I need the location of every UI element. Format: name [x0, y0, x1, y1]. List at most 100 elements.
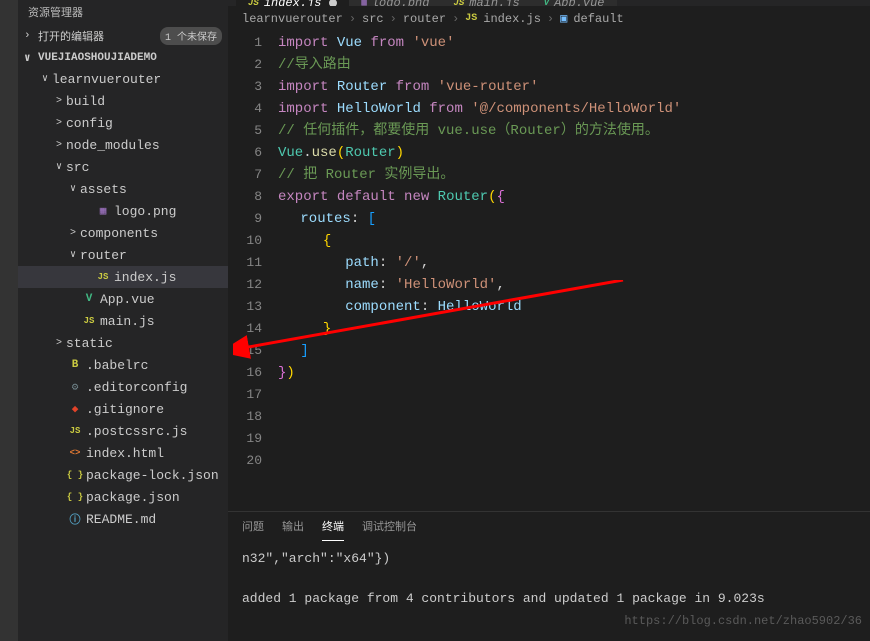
code-line[interactable]: import Vue from 'vue' [278, 32, 870, 54]
terminal-line: added 1 package from 4 contributors and … [242, 589, 856, 609]
editor-tab[interactable]: JS main.js [441, 0, 531, 7]
code-line[interactable]: { [278, 230, 870, 252]
symbol-icon: ▣ [560, 11, 567, 26]
item-label: index.js [114, 270, 176, 285]
tab-label: App.vue [554, 0, 604, 7]
code-content[interactable]: import Vue from 'vue'//导入路由import Router… [278, 30, 870, 511]
file-item[interactable]: ⓘREADME.md [18, 508, 228, 530]
terminal-tab[interactable]: 调试控制台 [362, 518, 417, 541]
item-label: config [66, 116, 113, 131]
terminal-tab[interactable]: 终端 [322, 518, 344, 541]
code-line[interactable]: path: '/', [278, 252, 870, 274]
editor-tab[interactable]: VApp.vue [532, 0, 617, 7]
breadcrumb[interactable]: learnvuerouter › src › router › JS index… [228, 7, 870, 30]
item-label: package-lock.json [86, 468, 219, 483]
file-icon: JS [248, 0, 259, 7]
folder-item[interactable]: ∨src [18, 156, 228, 178]
terminal-tab[interactable]: 输出 [282, 518, 304, 541]
editor-tab[interactable]: JS index.js [236, 0, 349, 7]
code-line[interactable]: routes: [ [278, 208, 870, 230]
code-line[interactable]: import HelloWorld from '@/components/Hel… [278, 98, 870, 120]
item-label: node_modules [66, 138, 160, 153]
js-icon: JS [80, 316, 98, 326]
line-number: 12 [228, 274, 262, 296]
file-item[interactable]: VApp.vue [18, 288, 228, 310]
file-item[interactable]: <>index.html [18, 442, 228, 464]
code-line[interactable]: name: 'HelloWorld', [278, 274, 870, 296]
breadcrumb-item[interactable]: src [362, 12, 384, 26]
terminal-content[interactable]: n32","arch":"x64"}) added 1 package from… [228, 541, 870, 617]
open-editors-section[interactable]: › 打开的编辑器 1 个未保存 [18, 24, 228, 48]
chevron-icon: > [52, 140, 66, 151]
code-line[interactable]: // 任何插件，都要使用 vue.use（Router）的方法使用。 [278, 120, 870, 142]
item-label: package.json [86, 490, 180, 505]
file-tree: ∨learnvuerouter>build>config>node_module… [18, 68, 228, 530]
md-icon: ⓘ [66, 511, 84, 527]
item-label: logo.png [114, 204, 176, 219]
code-line[interactable]: //导入路由 [278, 54, 870, 76]
project-section[interactable]: ∨ VUEJIAOSHOUJIADEMO [18, 48, 228, 68]
folder-item[interactable]: >components [18, 222, 228, 244]
line-number: 18 [228, 406, 262, 428]
folder-item[interactable]: ∨assets [18, 178, 228, 200]
breadcrumb-item[interactable]: default [573, 12, 623, 26]
item-label: build [66, 94, 105, 109]
file-item[interactable]: { }package-lock.json [18, 464, 228, 486]
file-icon: JS [453, 0, 464, 7]
terminal-tab[interactable]: 问题 [242, 518, 264, 541]
item-label: .gitignore [86, 402, 164, 417]
code-editor[interactable]: 1234567891011121314151617181920 import V… [228, 30, 870, 511]
png-icon: ▦ [94, 204, 112, 218]
vue-icon: V [80, 293, 98, 305]
tab-label: logo.png [372, 0, 430, 7]
folder-item[interactable]: >build [18, 90, 228, 112]
js-icon: JS [94, 272, 112, 282]
file-item[interactable]: ◆.gitignore [18, 398, 228, 420]
babel-icon: B [66, 359, 84, 371]
file-item[interactable]: { }package.json [18, 486, 228, 508]
code-line[interactable]: } [278, 318, 870, 340]
folder-item[interactable]: >static [18, 332, 228, 354]
folder-item[interactable]: ∨router [18, 244, 228, 266]
item-label: src [66, 160, 89, 175]
file-item[interactable]: ⚙.editorconfig [18, 376, 228, 398]
json-icon: { } [66, 492, 84, 502]
file-item[interactable]: ▦logo.png [18, 200, 228, 222]
line-number: 1 [228, 32, 262, 54]
file-item[interactable]: JS.postcssrc.js [18, 420, 228, 442]
breadcrumb-item[interactable]: index.js [483, 12, 541, 26]
code-line[interactable]: }) [278, 362, 870, 384]
terminal-tabs: 问题输出终端调试控制台 [228, 512, 870, 541]
item-label: components [80, 226, 158, 241]
line-number: 4 [228, 98, 262, 120]
code-line[interactable]: component: HelloWorld [278, 296, 870, 318]
json-icon: { } [66, 470, 84, 480]
file-item[interactable]: B.babelrc [18, 354, 228, 376]
line-number: 19 [228, 428, 262, 450]
js-icon: JS [465, 13, 477, 24]
js-icon: JS [66, 426, 84, 436]
chevron-icon: ∨ [66, 183, 80, 195]
folder-item[interactable]: >config [18, 112, 228, 134]
line-number: 11 [228, 252, 262, 274]
editor-tab[interactable]: ▦logo.png [349, 0, 441, 7]
sidebar: 资源管理器 › 打开的编辑器 1 个未保存 ∨ VUEJIAOSHOUJIADE… [18, 0, 228, 641]
code-line[interactable]: // 把 Router 实例导出。 [278, 164, 870, 186]
chevron-icon: ∨ [52, 161, 66, 173]
file-item[interactable]: JSindex.js [18, 266, 228, 288]
unsaved-badge: 1 个未保存 [160, 27, 222, 45]
code-line[interactable]: Vue.use(Router) [278, 142, 870, 164]
breadcrumb-item[interactable]: router [403, 12, 446, 26]
file-item[interactable]: JSmain.js [18, 310, 228, 332]
tab-label: index.js [264, 0, 322, 7]
chevron-down-icon: ∨ [24, 51, 38, 65]
item-label: index.html [86, 446, 164, 461]
code-line[interactable]: ] [278, 340, 870, 362]
item-label: App.vue [100, 292, 155, 307]
code-line[interactable]: import Router from 'vue-router' [278, 76, 870, 98]
tab-label: main.js [469, 0, 519, 7]
code-line[interactable]: export default new Router({ [278, 186, 870, 208]
folder-item[interactable]: ∨learnvuerouter [18, 68, 228, 90]
folder-item[interactable]: >node_modules [18, 134, 228, 156]
breadcrumb-item[interactable]: learnvuerouter [242, 12, 343, 26]
